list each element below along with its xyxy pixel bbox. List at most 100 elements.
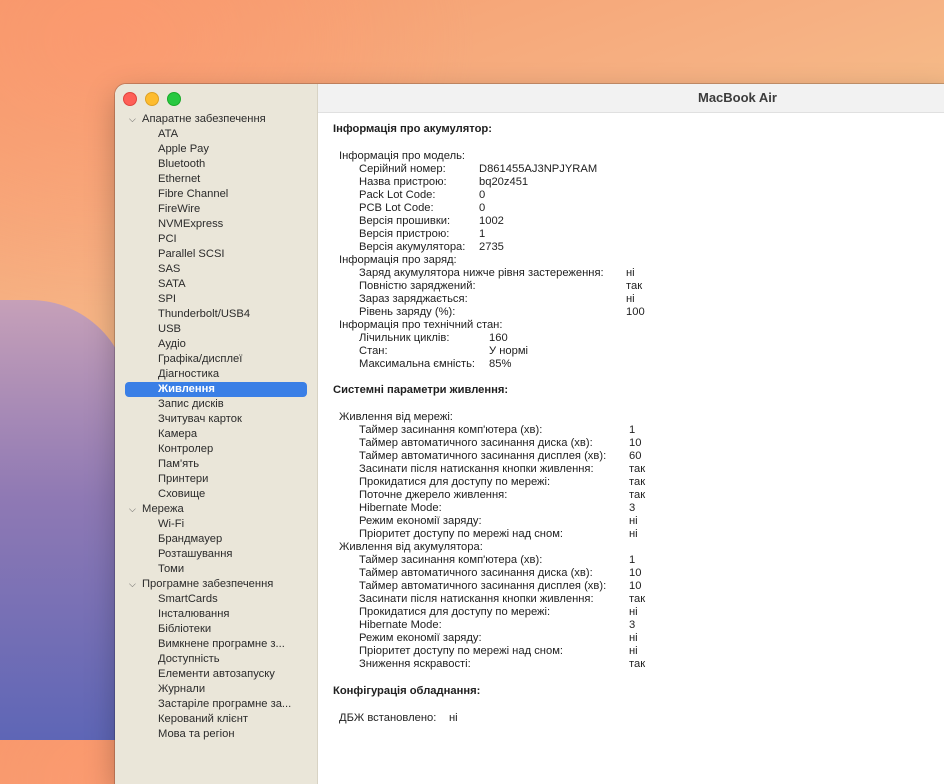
sidebar-item[interactable]: Пам'ять	[115, 457, 317, 472]
sidebar-item-label: Принтери	[158, 473, 209, 485]
sidebar-item[interactable]: ATA	[115, 127, 317, 142]
chevron-down-icon[interactable]: ⌵	[129, 502, 136, 517]
info-key: Таймер автоматичного засинання дисплея (…	[359, 450, 607, 462]
sidebar-item[interactable]: Томи	[115, 562, 317, 577]
info-key: Рівень заряду (%):	[359, 306, 456, 318]
info-key: Таймер засинання комп'ютера (хв):	[359, 554, 543, 566]
sidebar-item-label: Доступність	[158, 653, 220, 665]
subsection-label: Інформація про заряд:	[339, 254, 457, 266]
sidebar-item[interactable]: SmartCards	[115, 592, 317, 607]
system-information-window: ⌵ Апаратне забезпечення ATA Apple Pay Blueto…	[115, 84, 944, 784]
sidebar-item[interactable]: Журнали	[115, 682, 317, 697]
sidebar-group-software[interactable]: ⌵ Програмне забезпечення	[115, 577, 317, 592]
section-header: Конфігурація обладнання:	[333, 685, 481, 697]
info-key: Назва пристрою:	[359, 176, 447, 188]
sidebar-item-label: Ethernet	[158, 173, 201, 185]
info-key: Засинати після натискання кнопки живленн…	[359, 463, 594, 475]
info-key: Лічильник циклів:	[359, 332, 450, 344]
info-key: Пріоритет доступу по мережі над сном:	[359, 528, 563, 540]
info-value: так	[629, 463, 646, 475]
sidebar-item[interactable]: Елементи автозапуску	[115, 667, 317, 682]
info-value: 10	[629, 437, 642, 449]
sidebar-item-label: Керований клієнт	[158, 713, 249, 725]
info-key: Повністю заряджений:	[359, 280, 476, 292]
sidebar-group-network[interactable]: ⌵ Мережа	[115, 502, 317, 517]
sidebar-item[interactable]: Parallel SCSI	[115, 247, 317, 262]
sidebar-item[interactable]: Принтери	[115, 472, 317, 487]
info-value: 1	[629, 554, 636, 566]
subsection-label: Живлення від мережі:	[339, 411, 453, 423]
info-value: ні	[626, 293, 635, 305]
sidebar-item[interactable]: Ethernet	[115, 172, 317, 187]
chevron-down-icon[interactable]: ⌵	[129, 112, 136, 127]
sidebar-item[interactable]: Wi-Fi	[115, 517, 317, 532]
sidebar-item-label: Застаріле програмне за...	[158, 698, 292, 710]
sidebar-item[interactable]: Bluetooth	[115, 157, 317, 172]
close-button[interactable]	[123, 92, 137, 106]
info-key: Таймер автоматичного засинання диска (хв…	[359, 567, 593, 579]
sidebar-item-label: Розташування	[158, 548, 233, 560]
sidebar-group-label: Мережа	[142, 503, 184, 515]
sidebar-item[interactable]: NVMExpress	[115, 217, 317, 232]
zoom-button[interactable]	[167, 92, 181, 106]
sidebar-item-label: Сховище	[158, 488, 206, 500]
sidebar-item[interactable]: Застаріле програмне за...	[115, 697, 317, 712]
sidebar-item[interactable]: SATA	[115, 277, 317, 292]
sidebar-item[interactable]: Зчитувач карток	[115, 412, 317, 427]
info-key: Прокидатися для доступу по мережі:	[359, 476, 551, 488]
sidebar-item[interactable]: Вимкнене програмне з...	[115, 637, 317, 652]
info-key: Зараз заряджається:	[359, 293, 468, 305]
sidebar-item[interactable]: Графіка/дисплеї	[115, 352, 317, 367]
info-value: ні	[629, 515, 638, 527]
info-value: 3	[629, 619, 636, 631]
sidebar-item-label: SPI	[158, 293, 177, 305]
sidebar-item[interactable]: Керований клієнт	[115, 712, 317, 727]
sidebar-item-label: Контролер	[158, 443, 214, 455]
sidebar-item-label: Журнали	[158, 683, 206, 695]
info-value: D861455AJ3NPJYRAM	[479, 163, 598, 175]
sidebar-item[interactable]: Інсталювання	[115, 607, 317, 622]
sidebar-item[interactable]: Живлення	[115, 382, 317, 397]
info-value: 1	[629, 424, 636, 436]
sidebar-item[interactable]: Thunderbolt/USB4	[115, 307, 317, 322]
sidebar-item[interactable]: Діагностика	[115, 367, 317, 382]
sidebar-item[interactable]: Аудіо	[115, 337, 317, 352]
info-key: Поточне джерело живлення:	[359, 489, 508, 501]
sidebar-item[interactable]: Бібліотеки	[115, 622, 317, 637]
sidebar-item-label: SmartCards	[158, 593, 218, 605]
info-value: 85%	[489, 358, 512, 370]
sidebar-item-label: Камера	[158, 428, 198, 440]
subsection-label: Живлення від акумулятора:	[339, 541, 483, 553]
minimize-button[interactable]	[145, 92, 159, 106]
info-key: Заряд акумулятора нижче рівня застережен…	[359, 267, 604, 279]
sidebar-item[interactable]: Доступність	[115, 652, 317, 667]
sidebar-item[interactable]: SPI	[115, 292, 317, 307]
sidebar-item[interactable]: Сховище	[115, 487, 317, 502]
info-value: ні	[629, 632, 638, 644]
info-key: Пріоритет доступу по мережі над сном:	[359, 645, 563, 657]
sidebar-item[interactable]: Fibre Channel	[115, 187, 317, 202]
sidebar-item-label: SATA	[158, 278, 186, 290]
info-key: Режим економії заряду:	[359, 632, 482, 644]
info-key: Прокидатися для доступу по мережі:	[359, 606, 551, 618]
info-key: Засинати після натискання кнопки живленн…	[359, 593, 594, 605]
info-key: Режим економії заряду:	[359, 515, 482, 527]
sidebar-item[interactable]: Брандмауер	[115, 532, 317, 547]
info-value: 2735	[479, 241, 504, 253]
sidebar-item[interactable]: Запис дисків	[115, 397, 317, 412]
info-value: 60	[629, 450, 642, 462]
sidebar-item[interactable]: USB	[115, 322, 317, 337]
sidebar-item[interactable]: Камера	[115, 427, 317, 442]
section-header: Інформація про акумулятор:	[333, 123, 492, 135]
sidebar-item-label: Apple Pay	[158, 143, 209, 155]
chevron-down-icon[interactable]: ⌵	[129, 577, 136, 592]
sidebar-item[interactable]: Розташування	[115, 547, 317, 562]
sidebar-item[interactable]: PCI	[115, 232, 317, 247]
sidebar-item[interactable]: SAS	[115, 262, 317, 277]
sidebar-item-label: Пам'ять	[158, 458, 200, 470]
sidebar-item[interactable]: Apple Pay	[115, 142, 317, 157]
info-value: 160	[489, 332, 508, 344]
sidebar-item[interactable]: FireWire	[115, 202, 317, 217]
sidebar-item[interactable]: Контролер	[115, 442, 317, 457]
sidebar-group-hardware[interactable]: ⌵ Апаратне забезпечення	[115, 112, 317, 127]
